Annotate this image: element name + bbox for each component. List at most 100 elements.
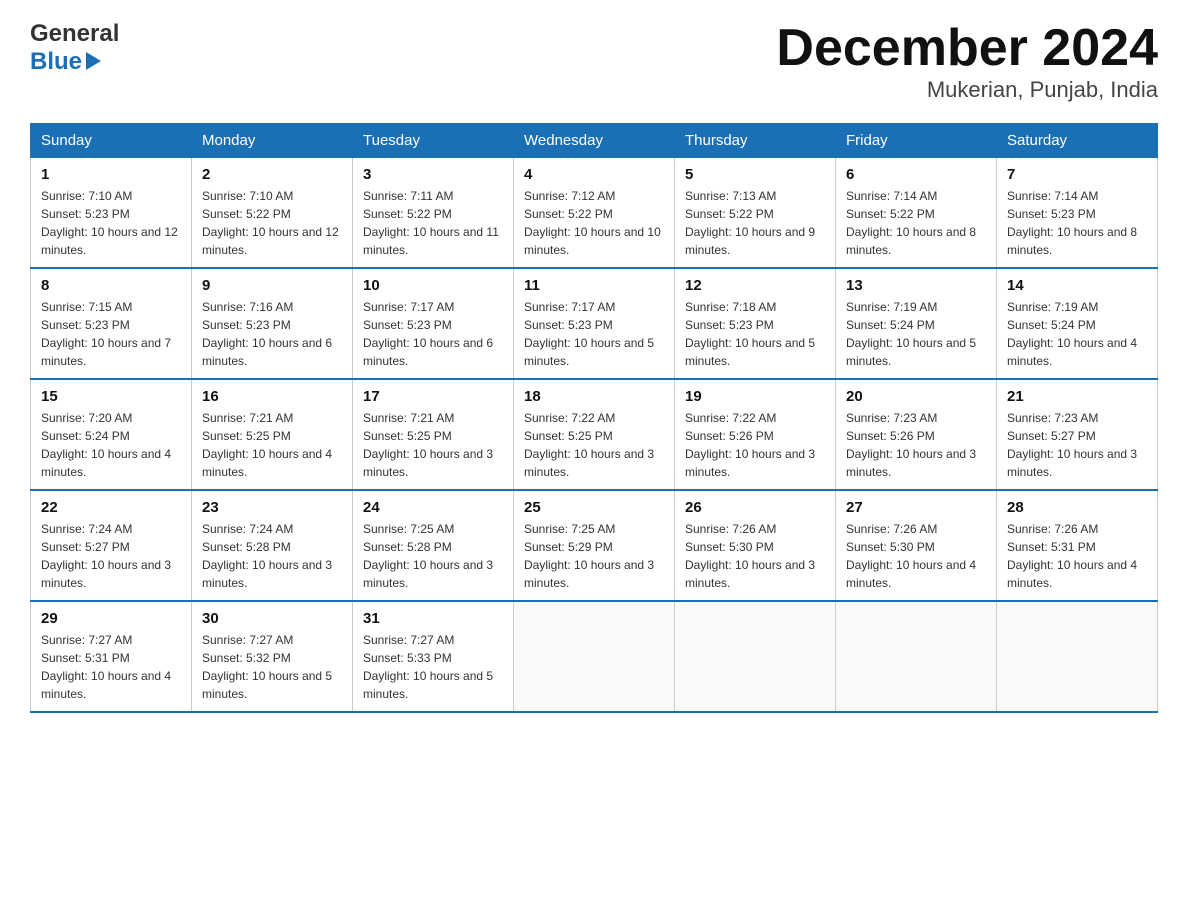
day-number: 13 [846,277,986,294]
week-row: 8 Sunrise: 7:15 AMSunset: 5:23 PMDayligh… [31,268,1158,379]
week-row: 29 Sunrise: 7:27 AMSunset: 5:31 PMDaylig… [31,601,1158,712]
day-info: Sunrise: 7:14 AMSunset: 5:22 PMDaylight:… [846,189,976,257]
day-info: Sunrise: 7:24 AMSunset: 5:27 PMDaylight:… [41,522,171,590]
calendar-cell: 25 Sunrise: 7:25 AMSunset: 5:29 PMDaylig… [514,490,675,601]
calendar-cell: 20 Sunrise: 7:23 AMSunset: 5:26 PMDaylig… [836,379,997,490]
logo: General Blue [30,20,119,75]
calendar-cell [836,601,997,712]
day-info: Sunrise: 7:22 AMSunset: 5:25 PMDaylight:… [524,411,654,479]
day-info: Sunrise: 7:12 AMSunset: 5:22 PMDaylight:… [524,189,661,257]
location: Mukerian, Punjab, India [776,77,1158,103]
calendar-cell: 5 Sunrise: 7:13 AMSunset: 5:22 PMDayligh… [675,158,836,269]
calendar-cell: 19 Sunrise: 7:22 AMSunset: 5:26 PMDaylig… [675,379,836,490]
day-info: Sunrise: 7:11 AMSunset: 5:22 PMDaylight:… [363,189,499,257]
calendar-cell: 18 Sunrise: 7:22 AMSunset: 5:25 PMDaylig… [514,379,675,490]
calendar-cell: 17 Sunrise: 7:21 AMSunset: 5:25 PMDaylig… [353,379,514,490]
day-number: 18 [524,388,664,405]
day-number: 14 [1007,277,1147,294]
day-number: 15 [41,388,181,405]
day-number: 29 [41,610,181,627]
calendar-header: SundayMondayTuesdayWednesdayThursdayFrid… [31,124,1158,158]
day-number: 5 [685,166,825,183]
day-info: Sunrise: 7:26 AMSunset: 5:30 PMDaylight:… [846,522,976,590]
day-number: 12 [685,277,825,294]
week-row: 1 Sunrise: 7:10 AMSunset: 5:23 PMDayligh… [31,158,1158,269]
calendar-cell: 3 Sunrise: 7:11 AMSunset: 5:22 PMDayligh… [353,158,514,269]
calendar-cell: 22 Sunrise: 7:24 AMSunset: 5:27 PMDaylig… [31,490,192,601]
day-number: 25 [524,499,664,516]
day-info: Sunrise: 7:19 AMSunset: 5:24 PMDaylight:… [1007,300,1137,368]
day-number: 19 [685,388,825,405]
calendar-cell: 11 Sunrise: 7:17 AMSunset: 5:23 PMDaylig… [514,268,675,379]
day-number: 24 [363,499,503,516]
logo-general: General [30,20,119,48]
calendar-cell: 14 Sunrise: 7:19 AMSunset: 5:24 PMDaylig… [997,268,1158,379]
day-info: Sunrise: 7:19 AMSunset: 5:24 PMDaylight:… [846,300,976,368]
day-info: Sunrise: 7:14 AMSunset: 5:23 PMDaylight:… [1007,189,1137,257]
day-info: Sunrise: 7:27 AMSunset: 5:32 PMDaylight:… [202,633,332,701]
day-info: Sunrise: 7:27 AMSunset: 5:33 PMDaylight:… [363,633,493,701]
calendar-cell: 7 Sunrise: 7:14 AMSunset: 5:23 PMDayligh… [997,158,1158,269]
day-info: Sunrise: 7:24 AMSunset: 5:28 PMDaylight:… [202,522,332,590]
calendar-cell: 4 Sunrise: 7:12 AMSunset: 5:22 PMDayligh… [514,158,675,269]
header-tuesday: Tuesday [353,124,514,158]
logo-blue: Blue [30,48,119,76]
calendar-cell: 30 Sunrise: 7:27 AMSunset: 5:32 PMDaylig… [192,601,353,712]
day-number: 27 [846,499,986,516]
calendar-cell: 21 Sunrise: 7:23 AMSunset: 5:27 PMDaylig… [997,379,1158,490]
day-number: 3 [363,166,503,183]
day-info: Sunrise: 7:21 AMSunset: 5:25 PMDaylight:… [363,411,493,479]
day-info: Sunrise: 7:16 AMSunset: 5:23 PMDaylight:… [202,300,332,368]
calendar-cell: 12 Sunrise: 7:18 AMSunset: 5:23 PMDaylig… [675,268,836,379]
day-info: Sunrise: 7:23 AMSunset: 5:27 PMDaylight:… [1007,411,1137,479]
calendar-cell: 31 Sunrise: 7:27 AMSunset: 5:33 PMDaylig… [353,601,514,712]
calendar-cell: 13 Sunrise: 7:19 AMSunset: 5:24 PMDaylig… [836,268,997,379]
week-row: 15 Sunrise: 7:20 AMSunset: 5:24 PMDaylig… [31,379,1158,490]
day-number: 30 [202,610,342,627]
header-monday: Monday [192,124,353,158]
day-number: 8 [41,277,181,294]
calendar-table: SundayMondayTuesdayWednesdayThursdayFrid… [30,123,1158,713]
day-info: Sunrise: 7:17 AMSunset: 5:23 PMDaylight:… [524,300,654,368]
calendar-cell: 1 Sunrise: 7:10 AMSunset: 5:23 PMDayligh… [31,158,192,269]
day-number: 6 [846,166,986,183]
calendar-cell: 10 Sunrise: 7:17 AMSunset: 5:23 PMDaylig… [353,268,514,379]
page-header: General Blue December 2024 Mukerian, Pun… [30,20,1158,103]
day-number: 20 [846,388,986,405]
header-thursday: Thursday [675,124,836,158]
day-number: 31 [363,610,503,627]
calendar-cell: 28 Sunrise: 7:26 AMSunset: 5:31 PMDaylig… [997,490,1158,601]
calendar-cell: 29 Sunrise: 7:27 AMSunset: 5:31 PMDaylig… [31,601,192,712]
calendar-cell [514,601,675,712]
day-number: 9 [202,277,342,294]
calendar-body: 1 Sunrise: 7:10 AMSunset: 5:23 PMDayligh… [31,158,1158,713]
logo-arrow-icon [86,52,101,70]
calendar-cell: 6 Sunrise: 7:14 AMSunset: 5:22 PMDayligh… [836,158,997,269]
day-info: Sunrise: 7:23 AMSunset: 5:26 PMDaylight:… [846,411,976,479]
calendar-cell [675,601,836,712]
header-row: SundayMondayTuesdayWednesdayThursdayFrid… [31,124,1158,158]
day-number: 16 [202,388,342,405]
day-info: Sunrise: 7:26 AMSunset: 5:30 PMDaylight:… [685,522,815,590]
day-info: Sunrise: 7:21 AMSunset: 5:25 PMDaylight:… [202,411,332,479]
day-info: Sunrise: 7:20 AMSunset: 5:24 PMDaylight:… [41,411,171,479]
day-info: Sunrise: 7:17 AMSunset: 5:23 PMDaylight:… [363,300,493,368]
header-friday: Friday [836,124,997,158]
header-sunday: Sunday [31,124,192,158]
day-number: 26 [685,499,825,516]
day-number: 22 [41,499,181,516]
header-wednesday: Wednesday [514,124,675,158]
day-number: 4 [524,166,664,183]
calendar-cell: 27 Sunrise: 7:26 AMSunset: 5:30 PMDaylig… [836,490,997,601]
day-info: Sunrise: 7:22 AMSunset: 5:26 PMDaylight:… [685,411,815,479]
day-info: Sunrise: 7:10 AMSunset: 5:23 PMDaylight:… [41,189,178,257]
month-title: December 2024 [776,20,1158,77]
day-number: 23 [202,499,342,516]
day-info: Sunrise: 7:27 AMSunset: 5:31 PMDaylight:… [41,633,171,701]
day-number: 10 [363,277,503,294]
day-number: 2 [202,166,342,183]
calendar-cell: 9 Sunrise: 7:16 AMSunset: 5:23 PMDayligh… [192,268,353,379]
week-row: 22 Sunrise: 7:24 AMSunset: 5:27 PMDaylig… [31,490,1158,601]
title-section: December 2024 Mukerian, Punjab, India [776,20,1158,103]
day-number: 7 [1007,166,1147,183]
